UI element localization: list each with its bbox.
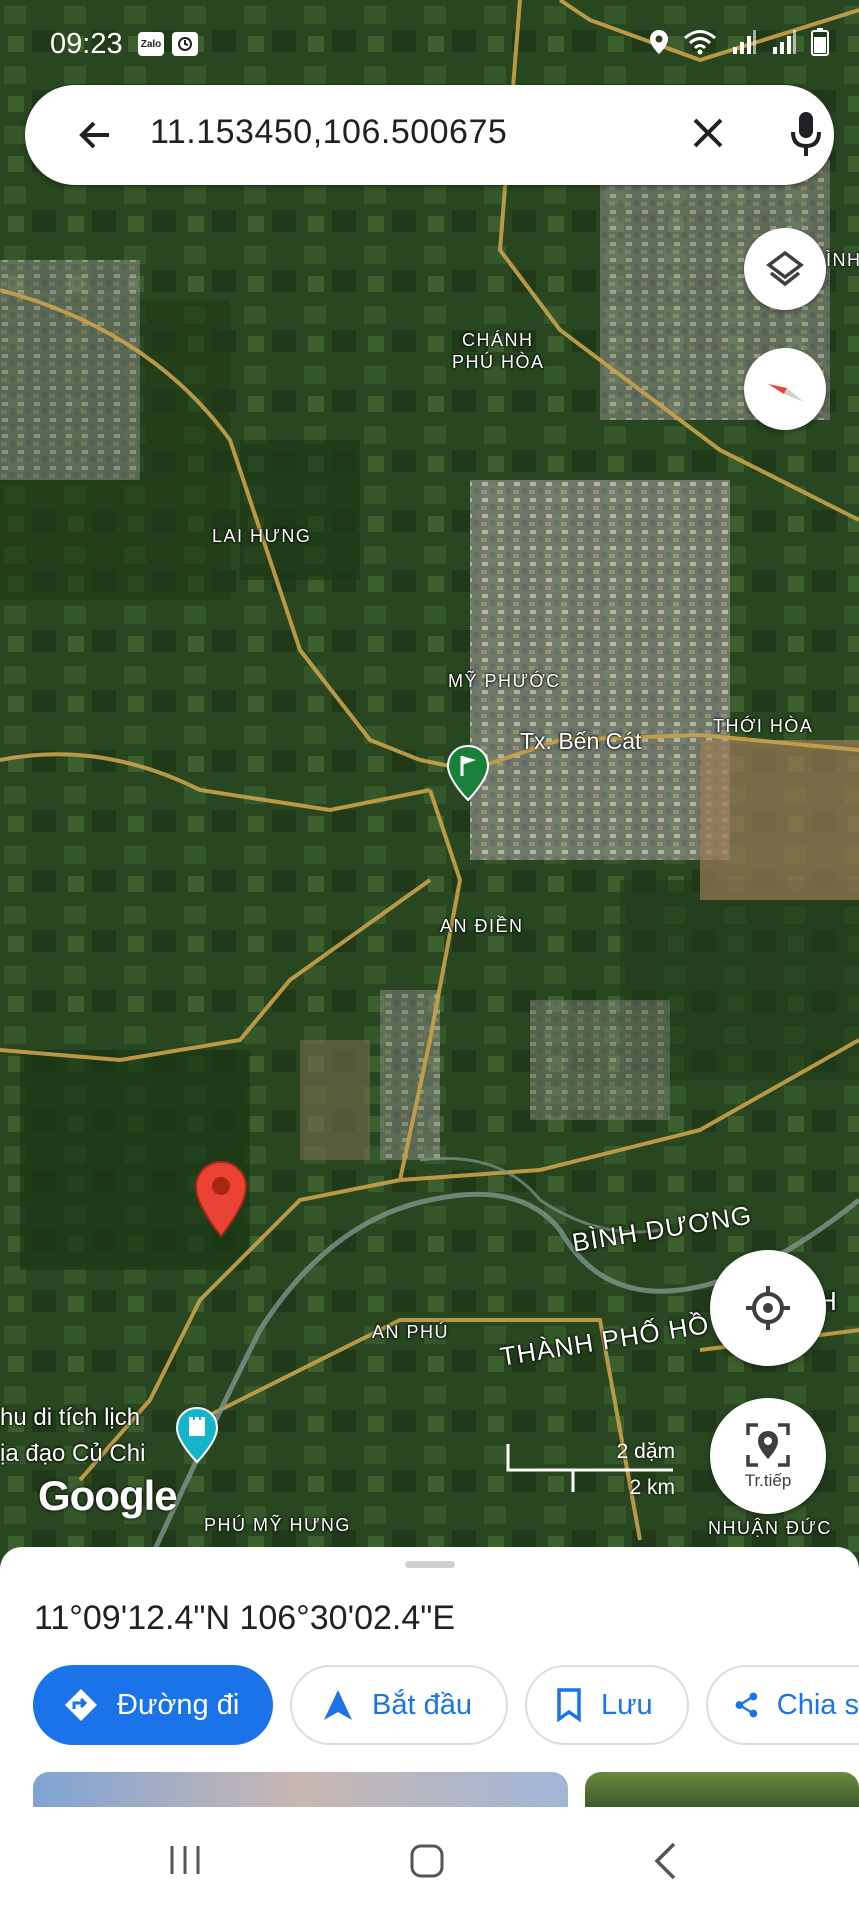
explore-label: Tr.tiếp bbox=[744, 1471, 792, 1490]
close-icon bbox=[693, 118, 723, 148]
map-label-lai-hung: LAI HƯNG bbox=[212, 526, 312, 546]
signal-icon bbox=[733, 30, 756, 54]
back-nav-button[interactable] bbox=[652, 1841, 678, 1886]
map-label-an-phu: AN PHÚ bbox=[372, 1322, 450, 1342]
layers-icon bbox=[766, 250, 804, 287]
home-icon bbox=[410, 1844, 444, 1878]
map-label-ben-cat[interactable]: Tx. Bến Cát bbox=[520, 728, 641, 755]
status-bar: 09:23 Zalo bbox=[0, 0, 859, 90]
map-label-nhuan-duc: NHUẬN ĐỨC bbox=[708, 1518, 832, 1538]
location-icon bbox=[650, 30, 668, 54]
clock-app-icon bbox=[172, 32, 198, 56]
zalo-icon: Zalo bbox=[138, 32, 164, 56]
map-label-cu-chi-1[interactable]: hu di tích lịch bbox=[0, 1404, 140, 1432]
map-label-chanh: CHÁNH bbox=[462, 330, 534, 350]
map-label-edge: ÌNH bbox=[826, 250, 859, 270]
status-time: 09:23 bbox=[50, 28, 123, 60]
compass-icon bbox=[768, 384, 804, 402]
arrow-left-icon bbox=[79, 121, 109, 149]
map-label-phu-my-hung: PHÚ MỸ HƯNG bbox=[204, 1515, 351, 1535]
recents-icon bbox=[170, 1846, 200, 1874]
my-location-button[interactable] bbox=[710, 1250, 826, 1366]
explore-icon bbox=[746, 1423, 790, 1467]
back-button[interactable] bbox=[75, 115, 115, 160]
compass-button[interactable] bbox=[744, 348, 826, 430]
dropped-pin[interactable] bbox=[194, 1160, 248, 1238]
bookmark-icon bbox=[557, 1688, 581, 1723]
map-label-thoi-hoa: THỚI HÒA bbox=[713, 716, 814, 736]
start-label: Bắt đầu bbox=[372, 1688, 472, 1721]
place-coordinates: 11°09'12.4"N 106°30'02.4"E bbox=[34, 1599, 455, 1637]
map-label-cu-chi-2[interactable]: ịa đạo Củ Chi bbox=[0, 1440, 145, 1468]
map-label-an-dien: AN ĐIỀN bbox=[440, 916, 524, 936]
system-nav-bar bbox=[0, 1807, 859, 1908]
photo-thumbnail-sky[interactable] bbox=[33, 1772, 568, 1807]
navigation-arrow-icon bbox=[324, 1690, 352, 1720]
place-sheet[interactable]: 11°09'12.4"N 106°30'02.4"E Đường đi Bắt … bbox=[0, 1547, 859, 1807]
home-button[interactable] bbox=[409, 1843, 445, 1884]
my-location-icon bbox=[746, 1286, 790, 1330]
share-label: Chia s bbox=[776, 1688, 859, 1721]
voice-search-button[interactable] bbox=[789, 110, 823, 163]
map-scale: 2 dặm 2 km bbox=[505, 1440, 675, 1500]
save-label: Lưu bbox=[601, 1688, 653, 1721]
directions-label: Đường đi bbox=[117, 1688, 240, 1721]
search-bar[interactable]: 11.153450,106.500675 bbox=[25, 85, 834, 185]
wifi-icon bbox=[684, 30, 716, 55]
layers-button[interactable] bbox=[744, 228, 826, 310]
flag-place-pin[interactable] bbox=[446, 744, 490, 802]
chevron-left-icon bbox=[654, 1842, 676, 1880]
explore-nearby-button[interactable]: Tr.tiếp bbox=[710, 1398, 826, 1514]
map-label-my-phuoc: MỸ PHƯỚC bbox=[448, 671, 561, 691]
map-label-phu-hoa: PHÚ HÒA bbox=[452, 352, 545, 372]
google-logo: Google bbox=[38, 1472, 178, 1519]
share-icon bbox=[735, 1692, 758, 1718]
battery-icon bbox=[811, 28, 829, 56]
landmark-pin[interactable] bbox=[175, 1406, 219, 1464]
recent-apps-button[interactable] bbox=[168, 1843, 202, 1882]
directions-button[interactable]: Đường đi bbox=[33, 1665, 273, 1745]
directions-icon bbox=[65, 1689, 97, 1721]
share-button[interactable]: Chia s bbox=[706, 1665, 859, 1745]
signal-icon bbox=[773, 30, 796, 54]
clear-button[interactable] bbox=[690, 115, 726, 156]
sheet-drag-handle[interactable] bbox=[405, 1561, 455, 1568]
save-button[interactable]: Lưu bbox=[525, 1665, 689, 1745]
mic-icon bbox=[791, 112, 821, 156]
photo-thumbnail-trees[interactable] bbox=[585, 1772, 859, 1807]
search-input[interactable]: 11.153450,106.500675 bbox=[150, 113, 507, 152]
start-button[interactable]: Bắt đầu bbox=[290, 1665, 508, 1745]
